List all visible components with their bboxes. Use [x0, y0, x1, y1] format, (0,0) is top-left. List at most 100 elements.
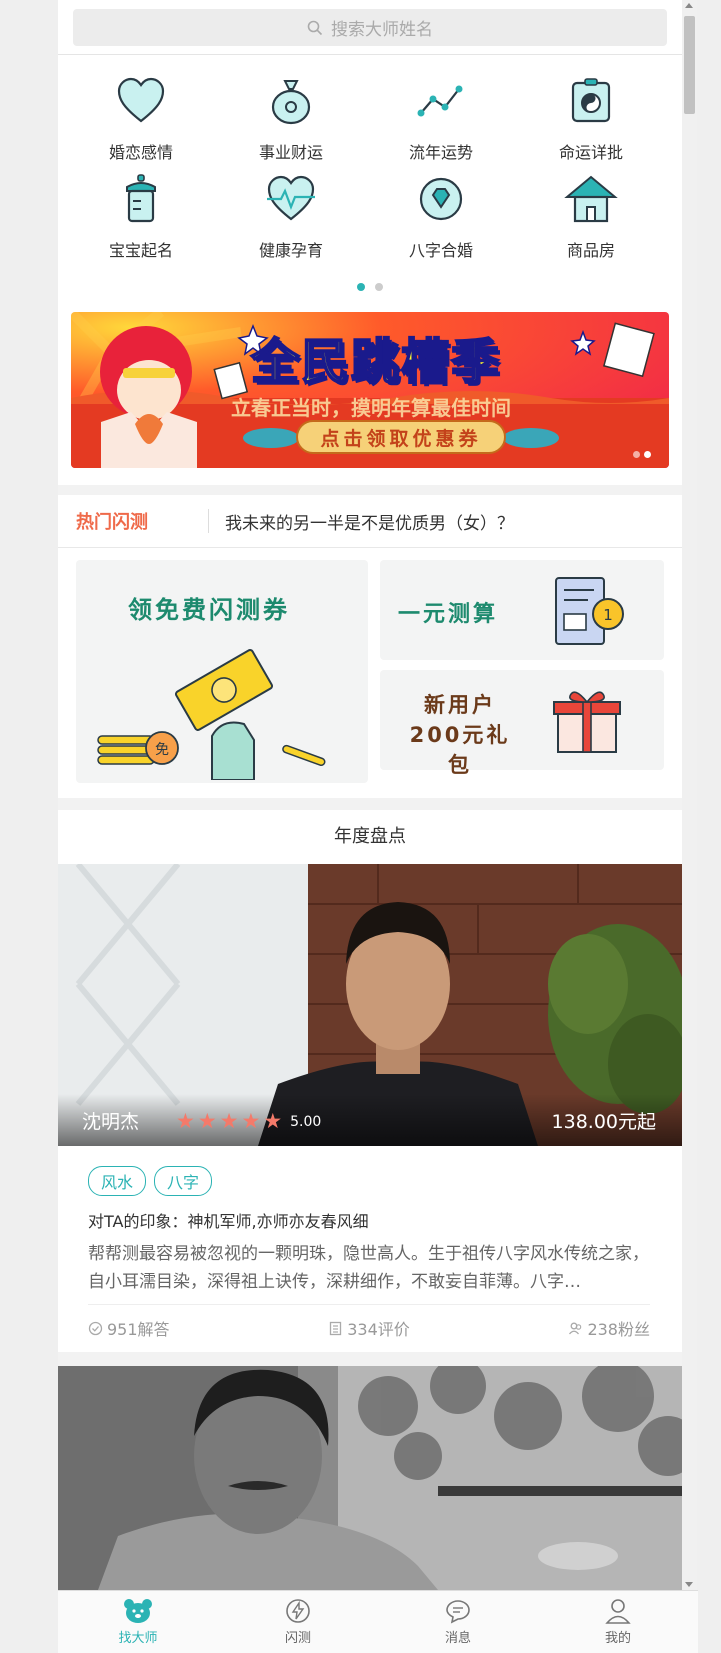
category-baby-name[interactable]: 宝宝起名: [66, 171, 216, 261]
banner-dot[interactable]: [644, 451, 651, 458]
bottom-tab-bar: 找大师 闪测 消息 我的: [58, 1590, 698, 1653]
heart-icon: [117, 77, 165, 123]
banner-page-indicator: [633, 451, 651, 458]
tab-label: 消息: [444, 1631, 471, 1646]
yin-yang-icon: [571, 78, 611, 123]
star-icon: ★: [263, 1109, 283, 1133]
category-page-indicator: [58, 283, 682, 291]
new-user-line1: 新用户: [424, 693, 496, 717]
category-label: 八字合婚: [408, 241, 473, 260]
master-photo[interactable]: [58, 1366, 682, 1590]
scroll-up-arrow-icon[interactable]: [685, 3, 693, 8]
star-rating: ★ ★ ★ ★ ★ 5.00: [176, 1111, 321, 1132]
heartbeat-icon: [267, 175, 315, 221]
scrollbar[interactable]: [682, 0, 697, 1590]
page-dot[interactable]: [357, 283, 365, 291]
check-circle-icon: [88, 1321, 103, 1335]
category-marriage[interactable]: 婚恋感情: [66, 73, 216, 163]
master-price: 138.00元起: [551, 1111, 656, 1133]
category-bazi-marriage[interactable]: 八字合婚: [366, 171, 516, 261]
search-bar: 搜索大师姓名: [58, 0, 682, 55]
hot-question-link[interactable]: 我未来的另一半是不是优质男（女）？: [209, 509, 514, 534]
reviews-count: 334评价: [347, 1320, 410, 1339]
chat-icon: [446, 1600, 470, 1624]
svg-text:1: 1: [603, 606, 613, 624]
diamond-ring-icon: [419, 177, 463, 221]
reviews-stat: 334评价: [328, 1316, 410, 1340]
divider: [88, 1304, 650, 1305]
free-coupon-card[interactable]: 领免费闪测券 免: [76, 560, 368, 783]
star-icon: ★: [219, 1109, 239, 1133]
search-icon: [307, 20, 323, 35]
tab-mine[interactable]: 我的: [538, 1591, 698, 1653]
gift-box-icon: [553, 691, 621, 753]
category-label: 商品房: [566, 241, 615, 260]
category-label: 婚恋感情: [108, 143, 173, 162]
hot-test-header: 热门闪测 我未来的另一半是不是优质男（女）？: [58, 495, 682, 548]
category-yearly[interactable]: 流年运势: [366, 73, 516, 163]
svg-text:免: 免: [155, 742, 169, 758]
search-input[interactable]: 搜索大师姓名: [73, 9, 667, 46]
free-coupon-label: 领免费闪测券: [128, 596, 290, 624]
master-name: 沈明杰: [82, 1111, 140, 1133]
user-icon: [605, 1599, 631, 1624]
lightning-icon: [286, 1599, 310, 1623]
rating-score: 5.00: [290, 1113, 322, 1130]
annual-review-section: 年度盘点 沈明杰 ★ ★ ★ ★ ★ 5.00 138.00元起 风水 八字 对…: [58, 810, 682, 1352]
star-icon: ★: [241, 1109, 261, 1133]
category-label: 健康孕育: [258, 241, 323, 260]
one-yuan-card[interactable]: 一元测算 1: [380, 560, 664, 660]
document-coin-icon: 1: [555, 577, 624, 645]
tab-messages[interactable]: 消息: [378, 1591, 538, 1653]
banner-title: 全民跳槽季: [250, 333, 502, 391]
master-photo[interactable]: 沈明杰 ★ ★ ★ ★ ★ 5.00 138.00元起: [58, 864, 682, 1146]
answers-stat: 951解答: [88, 1316, 170, 1340]
scrollbar-thumb[interactable]: [684, 16, 695, 114]
tab-label: 找大师: [118, 1631, 158, 1646]
tab-label: 我的: [604, 1631, 631, 1646]
hot-test-title: 热门闪测: [76, 512, 148, 533]
category-career[interactable]: 事业财运: [216, 73, 366, 163]
category-label: 命运详批: [558, 143, 623, 162]
category-house[interactable]: 商品房: [516, 171, 666, 261]
house-icon: [564, 175, 618, 223]
banner-dot[interactable]: [633, 451, 640, 458]
star-icon: ★: [176, 1109, 195, 1133]
master-impression: 对TA的印象：神机军师,亦师亦友春风细: [88, 1212, 369, 1231]
category-grid: 婚恋感情 事业财运 流年运势 命运详批 宝宝起名 健康孕育 八字合婚 商品房 立…: [58, 55, 682, 485]
new-user-line2: 200元礼包: [409, 723, 511, 777]
hot-test-section: 热门闪测 我未来的另一半是不是优质男（女）？ 领免费闪测券 免 一元测算 1 新…: [58, 495, 682, 798]
section-title: 年度盘点: [334, 826, 406, 847]
master-portrait-image: [58, 1366, 682, 1590]
page-dot[interactable]: [375, 283, 383, 291]
category-label: 流年运势: [408, 143, 473, 162]
fans-stat: 238粉丝: [568, 1316, 650, 1340]
one-yuan-label: 一元测算: [398, 602, 499, 627]
tab-find-master[interactable]: 找大师: [58, 1591, 218, 1653]
promo-banner[interactable]: 立春正当时，摸明年算最佳时间 全民跳槽季 点击领取优惠券: [71, 312, 669, 468]
category-fate[interactable]: 命运详批: [516, 73, 666, 163]
master-stats: 951解答 334评价 238粉丝: [88, 1316, 650, 1340]
answers-count: 951解答: [107, 1320, 170, 1339]
baby-bottle-icon: [126, 174, 156, 223]
coupon-hand-icon: 免: [97, 649, 326, 780]
tab-label: 闪测: [284, 1631, 311, 1646]
page-column: 搜索大师姓名 婚恋感情 事业财运 流年运势 命运详批 宝宝起名 健康孕育 八字合…: [58, 0, 682, 1653]
master-tags: 风水 八字: [88, 1166, 213, 1196]
star-icon: ★: [197, 1109, 217, 1133]
tag[interactable]: 八字: [154, 1166, 213, 1196]
coupon-button[interactable]: 点击领取优惠券: [296, 420, 506, 454]
trend-line-icon: [417, 85, 463, 117]
scroll-down-arrow-icon[interactable]: [685, 1582, 693, 1587]
category-label: 事业财运: [258, 143, 323, 162]
new-user-gift-card[interactable]: 新用户 200元礼包: [380, 670, 664, 777]
users-icon: [569, 1322, 582, 1334]
search-placeholder: 搜索大师姓名: [331, 20, 433, 40]
bear-icon: [124, 1599, 152, 1623]
tag[interactable]: 风水: [88, 1166, 147, 1196]
document-icon: [330, 1321, 342, 1335]
category-health[interactable]: 健康孕育: [216, 171, 366, 261]
banner-subtitle: 立春正当时，摸明年算最佳时间: [231, 396, 511, 420]
tab-flash-test[interactable]: 闪测: [218, 1591, 378, 1653]
new-user-label: 新用户 200元礼包: [398, 690, 522, 780]
